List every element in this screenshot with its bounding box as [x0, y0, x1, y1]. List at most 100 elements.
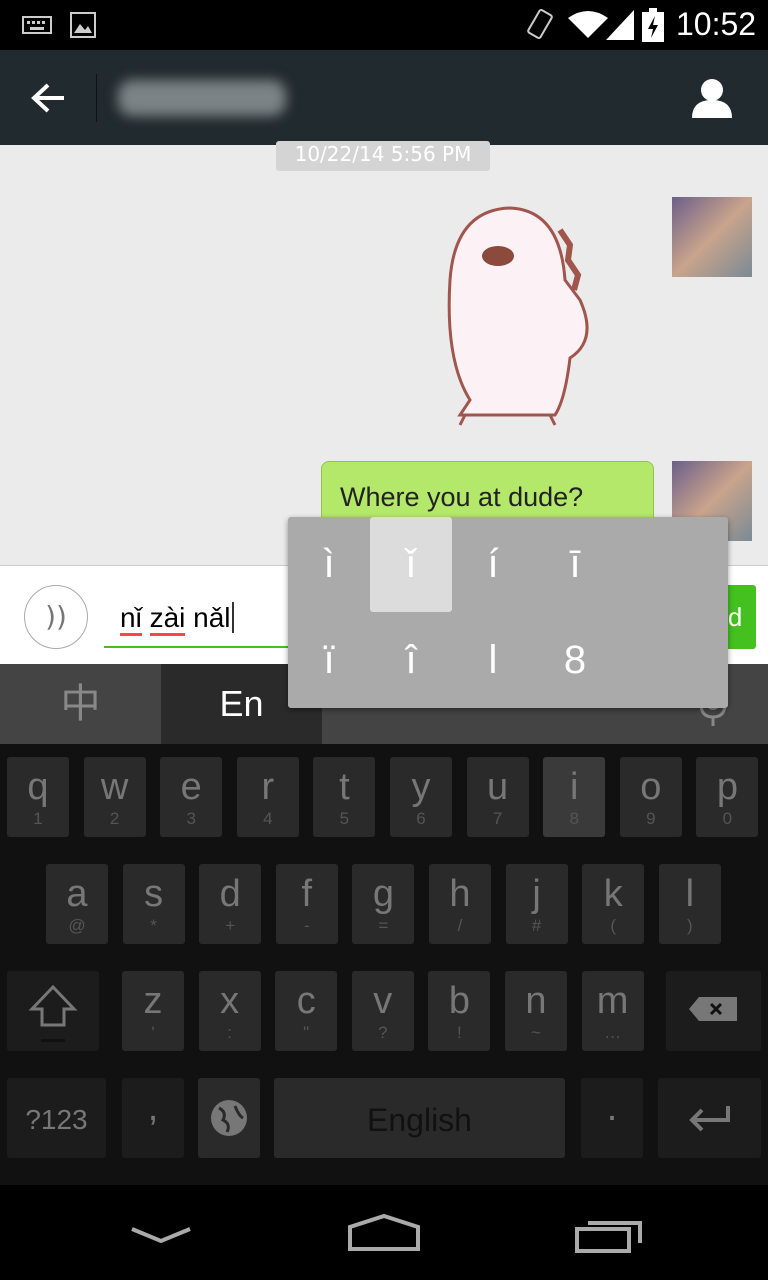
accent-option[interactable]: 8 [534, 613, 616, 708]
battery-charging-icon [642, 8, 664, 42]
wifi-icon [568, 11, 608, 38]
back-button[interactable] [30, 82, 66, 114]
hide-keyboard-button[interactable] [130, 1225, 192, 1247]
key-h[interactable]: h / [429, 864, 491, 944]
key-q[interactable]: q1 [7, 757, 69, 837]
voice-icon: )) [45, 600, 67, 633]
key-label: t [339, 766, 350, 808]
key-g[interactable]: g = [352, 864, 415, 944]
key-label: m [596, 980, 629, 1022]
key-label: x [220, 980, 240, 1022]
enter-key[interactable] [658, 1078, 761, 1158]
key-m[interactable]: m… [581, 971, 644, 1051]
key-hint: ' [151, 1023, 155, 1042]
backspace-key[interactable] [666, 971, 761, 1051]
accent-option[interactable]: ï [288, 613, 370, 708]
key-hint: " [303, 1023, 310, 1042]
tab-chinese[interactable]: 中 [0, 664, 161, 744]
globe-icon [211, 1100, 247, 1136]
key-s[interactable]: s * [122, 864, 185, 944]
key-hint: ( [610, 916, 617, 935]
key-label: r [261, 766, 275, 808]
key-hint: ? [378, 1023, 388, 1042]
key-hint: ! [457, 1023, 462, 1042]
key-a[interactable]: a @ [46, 864, 108, 944]
contact-profile-button[interactable] [690, 78, 734, 118]
blurred-contact-name [118, 80, 286, 116]
key-hint: 7 [492, 809, 503, 828]
key-hint: + [225, 916, 236, 935]
key-label: s [144, 873, 164, 915]
key-label: g [372, 873, 394, 915]
chat-area: 10/22/14 5:56 PM Where you at dude? [0, 141, 768, 565]
home-button[interactable] [346, 1213, 422, 1253]
key-d[interactable]: d + [199, 864, 262, 944]
shift-key[interactable] [7, 971, 99, 1051]
accent-popup: ìǐíī ïîl8 [288, 517, 728, 708]
accent-option[interactable]: í [452, 517, 534, 612]
clock: 10:52 [676, 6, 757, 42]
language-switch-key[interactable] [198, 1078, 260, 1158]
key-hint: 2 [109, 809, 120, 828]
key-label: h [449, 873, 471, 915]
key-n[interactable]: n ~ [505, 971, 567, 1051]
text-cursor [231, 602, 234, 633]
key-y[interactable]: y6 [390, 757, 452, 837]
key-hint: 6 [416, 809, 426, 828]
shift-icon [28, 984, 78, 1042]
key-r[interactable]: r4 [236, 757, 299, 837]
key-j[interactable]: j # [505, 864, 568, 944]
space-key[interactable]: English [274, 1078, 565, 1158]
navigation-bar [0, 1185, 768, 1280]
key-label: w [100, 766, 129, 808]
dinosaur-sticker[interactable] [440, 200, 600, 435]
key-hint: ) [686, 916, 693, 935]
key-hint: # [531, 916, 542, 935]
key-b[interactable]: b! [428, 971, 491, 1051]
key-c[interactable]: c " [275, 971, 338, 1051]
period-key[interactable]: . [581, 1078, 643, 1158]
accent-option[interactable]: ī [534, 517, 616, 612]
key-label: d [219, 873, 241, 915]
key-u[interactable]: u7 [466, 757, 529, 837]
user-avatar[interactable] [672, 197, 752, 277]
key-label: n [525, 980, 547, 1022]
key-i[interactable]: i8 [543, 757, 606, 837]
key-f[interactable]: f- [275, 864, 338, 944]
composing-word: nǐ [120, 602, 142, 636]
key-k[interactable]: k( [582, 864, 645, 944]
key-label: a [66, 873, 88, 915]
key-x[interactable]: x: [198, 971, 261, 1051]
key-v[interactable]: v? [351, 971, 414, 1051]
key-label: u [487, 766, 509, 808]
key-z[interactable]: z ' [122, 971, 184, 1051]
key-label: b [448, 980, 470, 1022]
key-hint: = [378, 916, 389, 935]
accent-option[interactable]: î [370, 613, 452, 708]
accent-option[interactable]: ǐ [370, 517, 452, 612]
key-hint: 8 [569, 809, 579, 828]
voice-input-button[interactable]: )) [24, 585, 88, 649]
recent-apps-button[interactable] [574, 1215, 646, 1255]
key-l[interactable]: l) [658, 864, 721, 944]
key-label: o [640, 766, 662, 808]
key-p[interactable]: p0 [696, 757, 759, 837]
message-text: Where you at dude? [340, 482, 584, 512]
accent-option[interactable]: ì [288, 517, 370, 612]
key-label: y [411, 766, 431, 808]
key-t[interactable]: t5 [313, 757, 376, 837]
key-hint: / [457, 916, 463, 935]
key-hint: * [150, 916, 157, 935]
key-label: l [685, 873, 695, 915]
message-timestamp: 10/22/14 5:56 PM [276, 141, 490, 171]
key-e[interactable]: e3 [160, 757, 223, 837]
key-label: , [147, 1087, 159, 1129]
key-w[interactable]: w2 [83, 757, 146, 837]
key-label: j [532, 873, 541, 915]
accent-option[interactable]: l [452, 613, 534, 708]
key-label: k [603, 873, 623, 915]
key-o[interactable]: o9 [619, 757, 682, 837]
key-label: ?123 [25, 1104, 88, 1135]
comma-key[interactable]: , [122, 1078, 184, 1158]
symbols-key[interactable]: ?123 [7, 1078, 106, 1158]
